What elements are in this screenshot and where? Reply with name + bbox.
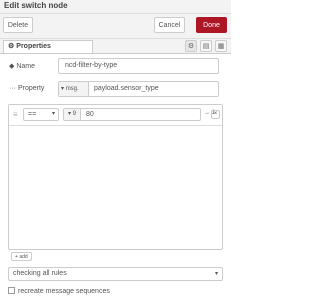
rules-list[interactable]: ≡ == ▾ ▾ 9 80 → 1 × bbox=[8, 104, 223, 250]
rule-delete-button[interactable]: × bbox=[211, 110, 220, 119]
drag-handle-icon[interactable]: ≡ bbox=[13, 110, 18, 119]
dialog-toolbar: Delete Cancel Done bbox=[0, 14, 231, 39]
gear-icon: ⚙ bbox=[8, 43, 15, 50]
chevron-down-icon: ▾ bbox=[51, 111, 55, 117]
recreate-sequences-row: recreate message sequences bbox=[8, 287, 110, 295]
dialog-header: Edit switch node bbox=[0, 0, 231, 14]
rule-value-text: 80 bbox=[86, 111, 94, 118]
tab-bar: ⚙ Properties ⚙ ▤ ▦ bbox=[0, 39, 231, 54]
appearance-icon[interactable]: ▦ bbox=[215, 40, 227, 52]
value-type-select[interactable]: ▾ 9 bbox=[64, 109, 81, 120]
description-icon[interactable]: ▤ bbox=[200, 40, 212, 52]
tab-properties[interactable]: ⚙ Properties bbox=[3, 40, 93, 53]
rule-operator-select[interactable]: == ▾ bbox=[23, 108, 59, 121]
name-input[interactable]: ncd-filter-by-type bbox=[58, 58, 219, 74]
recreate-sequences-label: recreate message sequences bbox=[18, 288, 110, 295]
property-type-select[interactable]: ▾ msg. bbox=[59, 82, 89, 96]
property-value: payload.sensor_type bbox=[94, 85, 159, 92]
cancel-button[interactable]: Cancel bbox=[154, 17, 185, 33]
checking-select[interactable]: checking all rules ▾ bbox=[8, 267, 223, 281]
ellipsis-icon: ··· bbox=[9, 85, 16, 92]
add-rule-button[interactable]: + add bbox=[11, 252, 32, 261]
dialog-title: Edit switch node bbox=[4, 1, 68, 10]
settings-icon[interactable]: ⚙ bbox=[185, 40, 197, 52]
tag-icon: ◆ bbox=[9, 63, 15, 70]
delete-button[interactable]: Delete bbox=[3, 17, 33, 33]
recreate-sequences-checkbox[interactable] bbox=[8, 287, 15, 294]
done-button[interactable]: Done bbox=[196, 17, 227, 33]
property-label: ··· Property bbox=[9, 85, 45, 92]
rule-row: ≡ == ▾ ▾ 9 80 → 1 × bbox=[9, 105, 222, 126]
tab-properties-label: Properties bbox=[16, 43, 51, 50]
rule-value-input[interactable]: ▾ 9 80 bbox=[63, 108, 201, 121]
chevron-down-icon: ▾ bbox=[214, 271, 218, 277]
name-label: ◆ Name bbox=[9, 63, 36, 70]
property-input[interactable]: ▾ msg. payload.sensor_type bbox=[58, 81, 219, 97]
